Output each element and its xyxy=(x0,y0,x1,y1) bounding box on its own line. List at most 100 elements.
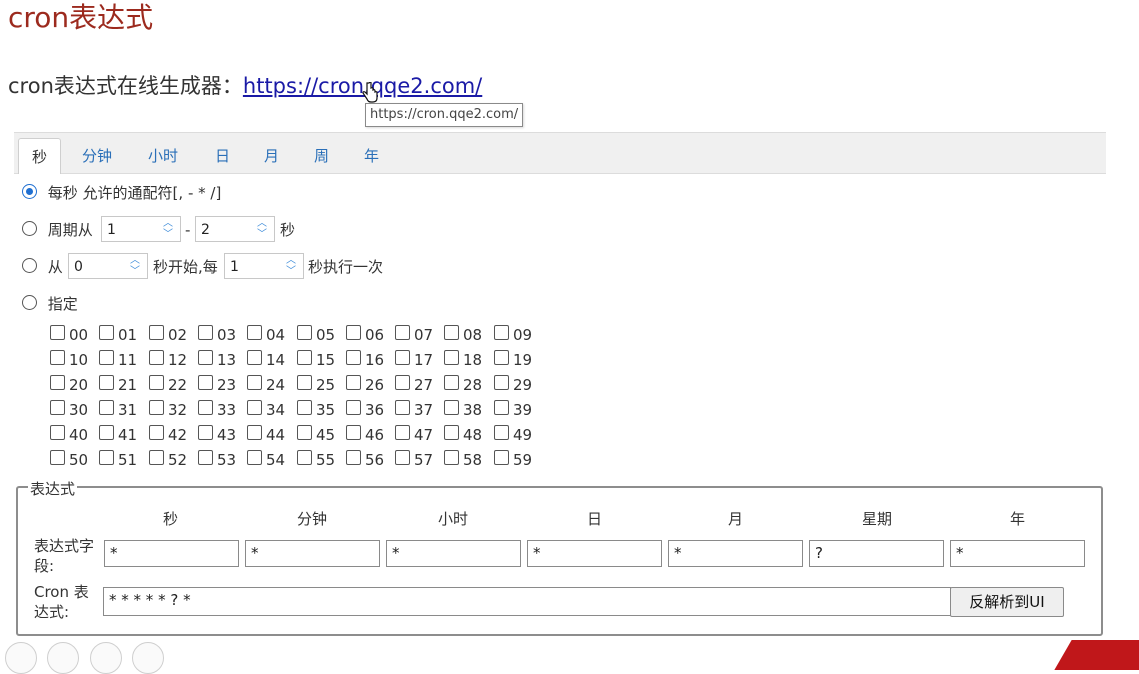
second-checkbox-item[interactable]: 32 xyxy=(149,400,187,419)
second-checkbox-item[interactable]: 01 xyxy=(99,325,137,344)
second-checkbox[interactable] xyxy=(395,400,410,415)
second-checkbox-item[interactable]: 49 xyxy=(494,425,532,444)
second-checkbox-item[interactable]: 22 xyxy=(149,375,187,394)
second-checkbox-item[interactable]: 58 xyxy=(444,450,482,469)
second-checkbox[interactable] xyxy=(99,450,114,465)
second-checkbox[interactable] xyxy=(297,425,312,440)
second-checkbox[interactable] xyxy=(99,400,114,415)
second-checkbox[interactable] xyxy=(297,450,312,465)
second-checkbox[interactable] xyxy=(395,375,410,390)
period-from-spinner[interactable]: 1 ︿ ﹀ xyxy=(101,216,181,242)
period-to-spinner[interactable]: 2 ︿ ﹀ xyxy=(195,216,275,242)
second-checkbox[interactable] xyxy=(149,400,164,415)
second-checkbox[interactable] xyxy=(346,400,361,415)
year-field[interactable]: * xyxy=(950,540,1085,567)
second-checkbox-item[interactable]: 16 xyxy=(346,350,384,369)
second-checkbox-item[interactable]: 30 xyxy=(50,400,88,419)
more-icon[interactable] xyxy=(132,642,164,674)
second-checkbox-item[interactable]: 41 xyxy=(99,425,137,444)
second-checkbox[interactable] xyxy=(99,350,114,365)
cron-expression-field[interactable]: * * * * * ? * xyxy=(103,587,951,616)
second-checkbox-item[interactable]: 07 xyxy=(395,325,433,344)
second-checkbox-item[interactable]: 56 xyxy=(346,450,384,469)
second-checkbox[interactable] xyxy=(198,400,213,415)
second-checkbox-item[interactable]: 11 xyxy=(99,350,137,369)
second-checkbox-item[interactable]: 33 xyxy=(198,400,236,419)
second-checkbox-item[interactable]: 37 xyxy=(395,400,433,419)
second-checkbox-item[interactable]: 14 xyxy=(247,350,285,369)
second-checkbox[interactable] xyxy=(99,375,114,390)
second-checkbox-item[interactable]: 39 xyxy=(494,400,532,419)
specify-radio[interactable] xyxy=(22,295,37,310)
second-checkbox[interactable] xyxy=(444,400,459,415)
every-spinner[interactable]: 1 ︿ ﹀ xyxy=(224,253,304,279)
second-checkbox[interactable] xyxy=(247,400,262,415)
second-checkbox-item[interactable]: 24 xyxy=(247,375,285,394)
second-checkbox-item[interactable]: 29 xyxy=(494,375,532,394)
second-checkbox[interactable] xyxy=(247,425,262,440)
second-checkbox-item[interactable]: 04 xyxy=(247,325,285,344)
spinner-arrows-icon[interactable]: ︿ ﹀ xyxy=(254,218,270,242)
second-checkbox[interactable] xyxy=(247,375,262,390)
tab-second[interactable]: 秒 xyxy=(18,138,62,174)
second-checkbox[interactable] xyxy=(444,425,459,440)
image-icon[interactable] xyxy=(47,642,79,674)
second-checkbox[interactable] xyxy=(395,350,410,365)
second-checkbox[interactable] xyxy=(149,325,164,340)
second-checkbox-item[interactable]: 31 xyxy=(99,400,137,419)
second-checkbox-item[interactable]: 36 xyxy=(346,400,384,419)
second-checkbox-item[interactable]: 06 xyxy=(346,325,384,344)
second-checkbox[interactable] xyxy=(149,450,164,465)
second-checkbox[interactable] xyxy=(247,350,262,365)
second-checkbox[interactable] xyxy=(198,350,213,365)
month-field[interactable]: * xyxy=(668,540,803,567)
second-checkbox[interactable] xyxy=(494,400,509,415)
second-checkbox[interactable] xyxy=(444,450,459,465)
search-icon[interactable] xyxy=(90,642,122,674)
second-checkbox[interactable] xyxy=(444,350,459,365)
second-checkbox[interactable] xyxy=(247,325,262,340)
second-checkbox[interactable] xyxy=(494,325,509,340)
second-checkbox-item[interactable]: 08 xyxy=(444,325,482,344)
second-checkbox[interactable] xyxy=(198,325,213,340)
second-checkbox-item[interactable]: 52 xyxy=(149,450,187,469)
day-field[interactable]: * xyxy=(527,540,662,567)
second-checkbox-item[interactable]: 57 xyxy=(395,450,433,469)
spinner-arrows-icon[interactable]: ︿ ﹀ xyxy=(283,255,299,279)
second-checkbox-item[interactable]: 40 xyxy=(50,425,88,444)
tab-month[interactable]: 月 xyxy=(264,145,279,166)
reverse-parse-button[interactable]: 反解析到UI xyxy=(950,587,1064,617)
second-checkbox[interactable] xyxy=(297,350,312,365)
second-checkbox-item[interactable]: 55 xyxy=(297,450,335,469)
second-checkbox[interactable] xyxy=(494,450,509,465)
second-checkbox-item[interactable]: 42 xyxy=(149,425,187,444)
second-checkbox[interactable] xyxy=(50,425,65,440)
second-checkbox-item[interactable]: 05 xyxy=(297,325,335,344)
second-checkbox-item[interactable]: 02 xyxy=(149,325,187,344)
every-radio[interactable] xyxy=(22,184,37,199)
second-checkbox[interactable] xyxy=(494,375,509,390)
second-checkbox[interactable] xyxy=(50,400,65,415)
second-checkbox-item[interactable]: 26 xyxy=(346,375,384,394)
second-checkbox-item[interactable]: 34 xyxy=(247,400,285,419)
second-checkbox-item[interactable]: 25 xyxy=(297,375,335,394)
second-field[interactable]: * xyxy=(104,540,239,567)
second-checkbox-item[interactable]: 53 xyxy=(198,450,236,469)
second-checkbox[interactable] xyxy=(149,425,164,440)
second-checkbox[interactable] xyxy=(99,425,114,440)
second-checkbox-item[interactable]: 21 xyxy=(99,375,137,394)
second-checkbox[interactable] xyxy=(198,425,213,440)
second-checkbox-item[interactable]: 43 xyxy=(198,425,236,444)
second-checkbox-item[interactable]: 27 xyxy=(395,375,433,394)
second-checkbox-item[interactable]: 51 xyxy=(99,450,137,469)
second-checkbox-item[interactable]: 03 xyxy=(198,325,236,344)
second-checkbox[interactable] xyxy=(297,400,312,415)
second-checkbox[interactable] xyxy=(444,325,459,340)
second-checkbox-item[interactable]: 48 xyxy=(444,425,482,444)
second-checkbox[interactable] xyxy=(50,375,65,390)
second-checkbox[interactable] xyxy=(198,375,213,390)
second-checkbox[interactable] xyxy=(395,325,410,340)
second-checkbox[interactable] xyxy=(346,350,361,365)
tab-day[interactable]: 日 xyxy=(215,145,230,166)
second-checkbox-item[interactable]: 15 xyxy=(297,350,335,369)
